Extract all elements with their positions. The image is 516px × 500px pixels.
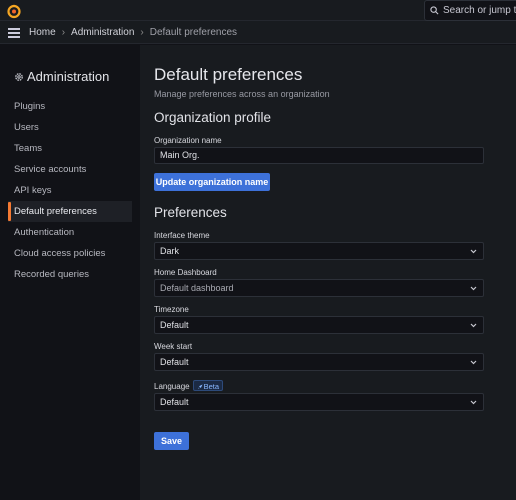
sidebar-item-cloud-access-policies[interactable]: Cloud access policies (8, 243, 132, 264)
theme-label: Interface theme (154, 231, 210, 240)
org-name-input[interactable]: Main Org. (154, 147, 484, 164)
sidebar-item-users[interactable]: Users (8, 117, 132, 138)
update-org-name-button[interactable]: Update organization name (154, 173, 270, 191)
language-select[interactable]: Default (154, 393, 484, 411)
chevron-down-icon (470, 249, 477, 254)
home-dashboard-label: Home Dashboard (154, 268, 217, 277)
sidebar-item-teams[interactable]: Teams (8, 138, 132, 159)
chevron-down-icon (470, 323, 477, 328)
sidebar-item-api-keys[interactable]: API keys (8, 180, 132, 201)
sidebar-item-plugins[interactable]: Plugins (8, 96, 132, 117)
chevron-down-icon (470, 400, 477, 405)
nav-bar: Home › Administration › Default preferences (0, 21, 516, 44)
timezone-select[interactable]: Default (154, 316, 484, 334)
home-dashboard-value: Default dashboard (160, 283, 234, 293)
preferences-heading: Preferences (154, 205, 227, 220)
home-dashboard-select[interactable]: Default dashboard (154, 279, 484, 297)
chevron-down-icon (470, 360, 477, 365)
breadcrumb-current: Default preferences (149, 27, 238, 38)
org-name-label: Organization name (154, 136, 222, 145)
sidebar-title: Administration (14, 69, 109, 84)
top-bar: Search or jump to... (0, 0, 516, 21)
breadcrumb-home[interactable]: Home (29, 27, 56, 38)
sidebar-title-text: Administration (27, 69, 110, 84)
timezone-label: Timezone (154, 305, 189, 314)
admin-sidebar: Administration Plugins Users Teams Servi… (0, 45, 140, 500)
page-subtitle: Manage preferences across an organizatio… (154, 89, 330, 99)
theme-value: Dark (160, 246, 180, 256)
search-input[interactable]: Search or jump to... (424, 0, 516, 21)
gear-icon (15, 73, 23, 81)
language-label: Language (154, 382, 190, 391)
breadcrumb-separator-icon: › (61, 27, 66, 38)
rocket-icon (197, 384, 203, 389)
language-value: Default (160, 397, 189, 407)
timezone-value: Default (160, 320, 189, 330)
week-start-select[interactable]: Default (154, 353, 484, 371)
menu-icon[interactable] (8, 28, 20, 38)
beta-badge: Beta (192, 380, 224, 391)
grafana-logo-icon[interactable] (6, 3, 22, 19)
search-icon (430, 6, 439, 15)
search-placeholder: Search or jump to... (443, 5, 516, 16)
org-name-value: Main Org. (160, 150, 200, 160)
language-label-row: Language Beta (154, 380, 224, 391)
sidebar-item-service-accounts[interactable]: Service accounts (8, 159, 132, 180)
page-title: Default preferences (154, 65, 303, 84)
main-content: Default preferences Manage preferences a… (140, 45, 516, 500)
breadcrumb-separator-icon: › (140, 27, 144, 38)
theme-select[interactable]: Dark (154, 242, 484, 260)
save-button[interactable]: Save (154, 432, 189, 450)
breadcrumb: Home › Administration › Default preferences (29, 21, 237, 44)
week-start-value: Default (160, 357, 189, 367)
org-profile-heading: Organization profile (154, 110, 272, 125)
beta-badge-text: Beta (203, 382, 220, 391)
sidebar-item-default-preferences[interactable]: Default preferences (8, 201, 132, 222)
breadcrumb-administration[interactable]: Administration (71, 27, 134, 38)
week-start-label: Week start (154, 342, 193, 351)
sidebar-item-recorded-queries[interactable]: Recorded queries (8, 264, 132, 285)
sidebar-item-authentication[interactable]: Authentication (8, 222, 132, 243)
chevron-down-icon (470, 286, 477, 291)
